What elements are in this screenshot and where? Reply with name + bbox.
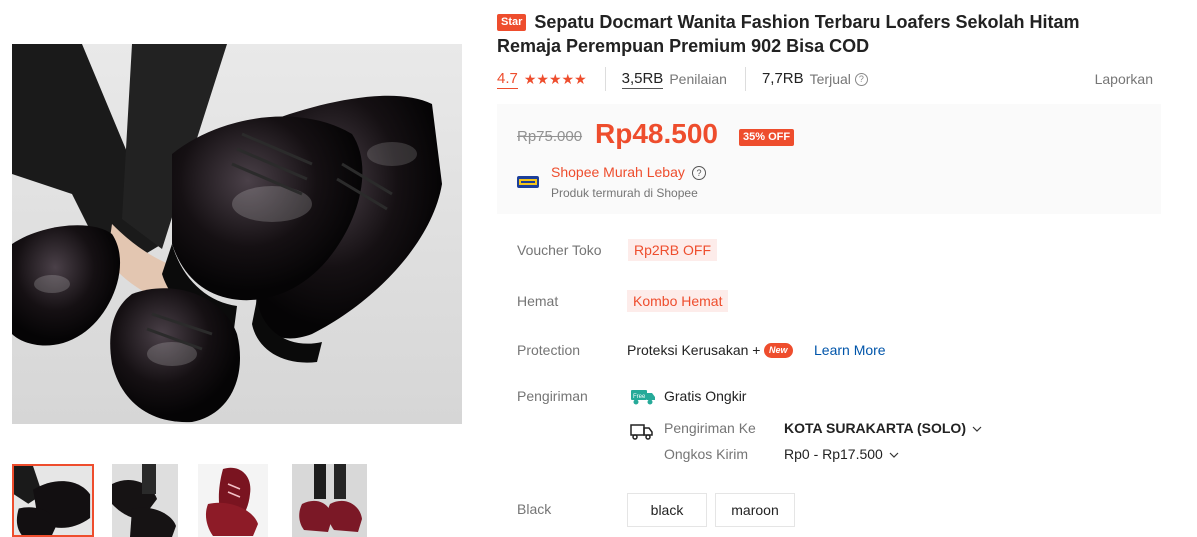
protection-value: Proteksi Kerusakan + xyxy=(627,342,761,358)
thumbnail-1[interactable] xyxy=(12,464,94,537)
promo-title[interactable]: Shopee Murah Lebay xyxy=(551,164,685,180)
sold-count: 7,7RB xyxy=(761,70,804,87)
ship-to-dropdown[interactable]: KOTA SURAKARTA (SOLO) xyxy=(784,420,982,436)
thumbnail-3[interactable] xyxy=(198,464,268,537)
product-title-row: Star Sepatu Docmart Wanita Fashion Terbar… xyxy=(497,10,1147,58)
reviews-count[interactable]: 3,5RB xyxy=(621,70,664,89)
learn-more-link[interactable]: Learn More xyxy=(814,342,886,358)
chevron-down-icon xyxy=(889,452,899,458)
variant-option-maroon[interactable]: maroon xyxy=(715,493,795,527)
original-price: Rp75.000 xyxy=(517,128,583,145)
price-box: Rp75.000 Rp48.500 35% OFF Shopee Murah L… xyxy=(497,104,1161,214)
thumbnail-image xyxy=(112,464,178,537)
voucher-tag[interactable]: Rp2RB OFF xyxy=(628,239,718,261)
thumbnail-image xyxy=(14,466,92,535)
truck-icon xyxy=(630,424,653,440)
shopee-murah-lebay-logo-icon xyxy=(517,176,539,188)
variant-option-black[interactable]: black xyxy=(627,493,707,527)
discount-badge: 35% OFF xyxy=(739,129,795,146)
thumbnail-2[interactable] xyxy=(112,464,178,537)
new-badge: New xyxy=(764,343,793,358)
protection-label: Protection xyxy=(517,342,581,358)
rating-row: 4.7 ★★★★★ 3,5RB Penilaian 7,7RB Terjual … xyxy=(497,67,1157,91)
free-icon-text: Free xyxy=(633,394,646,400)
thumbnail-image xyxy=(198,464,268,537)
ship-cost-dropdown[interactable]: Rp0 - Rp17.500 xyxy=(784,446,899,462)
ship-cost-value: Rp0 - Rp17.500 xyxy=(784,446,883,462)
ship-to-value: KOTA SURAKARTA (SOLO) xyxy=(784,420,966,436)
kombo-hemat-tag[interactable]: Kombo Hemat xyxy=(627,290,729,312)
sold-label: Terjual xyxy=(809,71,851,87)
ship-to-label: Pengiriman Ke xyxy=(664,420,756,436)
divider xyxy=(744,67,746,91)
free-shipping-icon: Free xyxy=(631,390,655,405)
variant-option-label: black xyxy=(650,502,684,518)
chevron-down-icon xyxy=(972,426,982,432)
divider xyxy=(604,67,606,91)
rating-score[interactable]: 4.7 xyxy=(497,70,518,89)
current-price: Rp48.500 xyxy=(595,118,718,149)
variant-label: Black xyxy=(517,501,552,517)
question-icon[interactable]: ? xyxy=(854,72,868,86)
free-shipping-text: Gratis Ongkir xyxy=(664,388,747,404)
star-seller-badge: Star xyxy=(497,14,527,31)
variant-option-label: maroon xyxy=(731,502,779,518)
thumbnail-image xyxy=(292,464,367,537)
thumbnail-4[interactable] xyxy=(292,464,367,537)
promo-subtitle: Produk termurah di Shopee xyxy=(551,186,698,200)
shipping-label: Pengiriman xyxy=(517,388,588,404)
question-icon[interactable]: ? xyxy=(692,166,706,180)
ship-cost-label: Ongkos Kirim xyxy=(664,446,749,462)
voucher-label: Voucher Toko xyxy=(517,242,602,258)
reviews-label: Penilaian xyxy=(669,71,727,87)
product-title: Sepatu Docmart Wanita Fashion Terbaru Lo… xyxy=(497,12,1080,56)
hemat-label: Hemat xyxy=(517,293,559,309)
report-link[interactable]: Laporkan xyxy=(1095,71,1153,87)
shoe-photo xyxy=(12,44,462,424)
rating-stars-icon: ★★★★★ xyxy=(523,70,587,87)
product-main-image[interactable] xyxy=(12,44,462,424)
